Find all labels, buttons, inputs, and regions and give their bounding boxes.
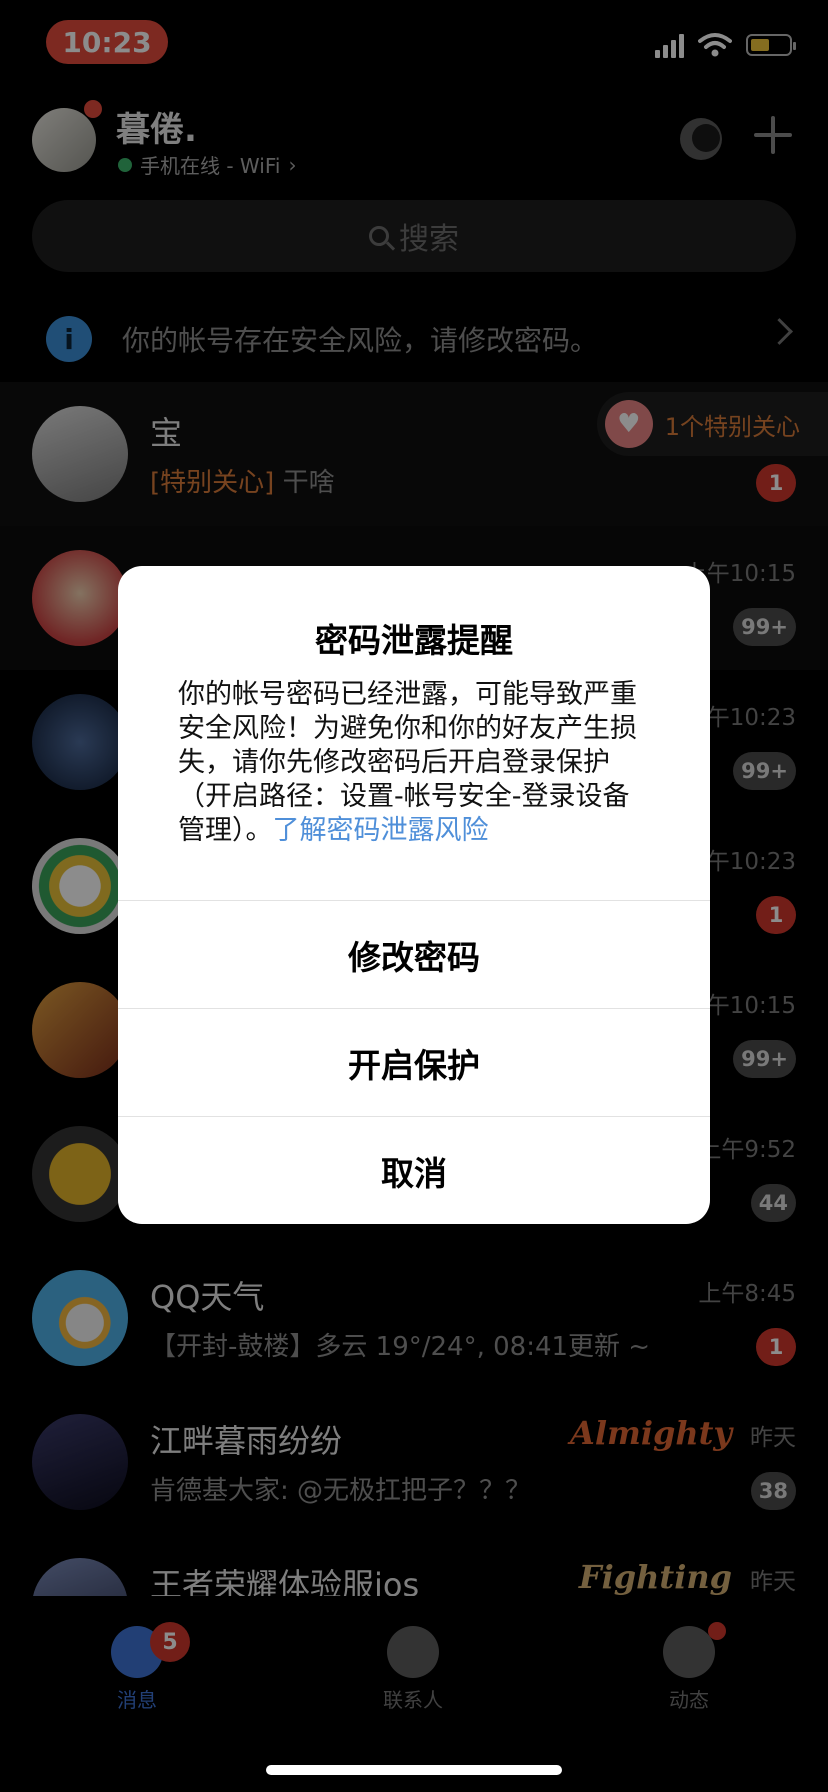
change-password-button[interactable]: 修改密码	[118, 900, 710, 1009]
home-indicator[interactable]	[266, 1765, 562, 1775]
enable-protection-button[interactable]: 开启保护	[118, 1008, 710, 1117]
cancel-button[interactable]: 取消	[118, 1116, 710, 1224]
password-leak-dialog: 密码泄露提醒 你的帐号密码已经泄露，可能导致严重安全风险！为避免你和你的好友产生…	[118, 566, 710, 1224]
learn-risk-link[interactable]: 了解密码泄露风险	[273, 815, 489, 846]
dialog-body: 你的帐号密码已经泄露，可能导致严重安全风险！为避免你和你的好友产生损失，请你先修…	[178, 678, 650, 848]
dialog-title: 密码泄露提醒	[315, 621, 513, 660]
